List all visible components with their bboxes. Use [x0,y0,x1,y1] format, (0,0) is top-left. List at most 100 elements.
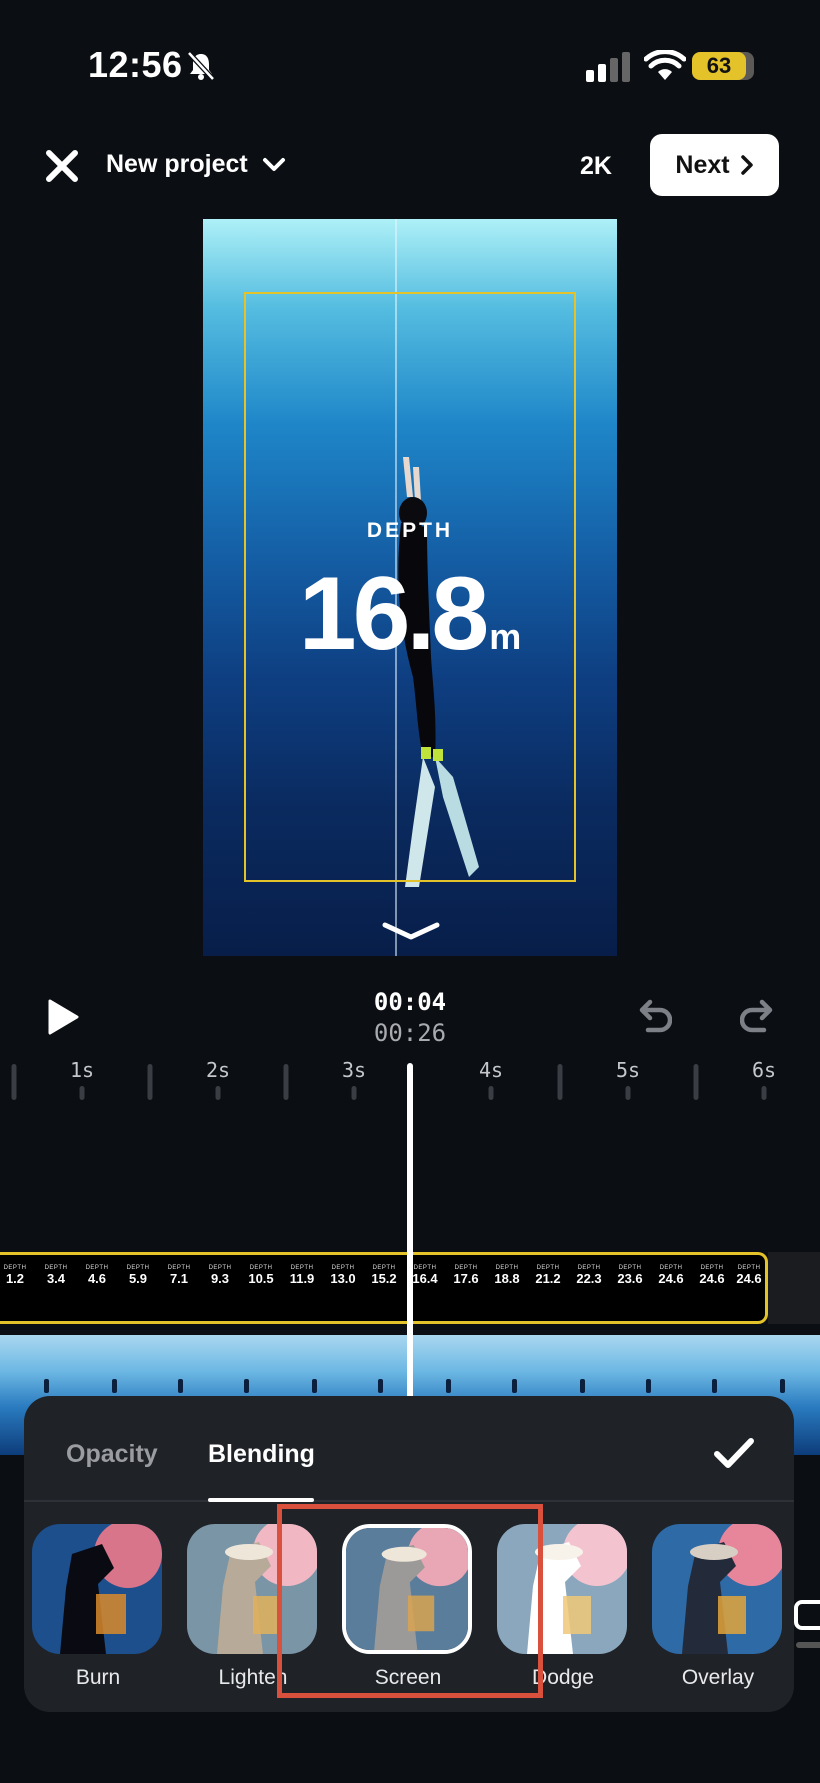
chevron-down-icon [262,157,285,171]
overlay-frame: DEPTH 7.1 [159,1265,199,1286]
overlay-frame-value: 10.5 [248,1271,274,1286]
overlay-frame: DEPTH 17.6 [446,1265,486,1286]
overlay-frame-value: 5.9 [128,1271,148,1286]
overlay-frame-value: 21.2 [535,1271,561,1286]
overlay-frame-value: 11.9 [289,1271,315,1286]
tab-opacity[interactable]: Opacity [66,1440,158,1469]
overlay-frame-value: 24.6 [699,1271,725,1286]
ruler-label: 4s [478,1058,504,1082]
project-title: New project [106,150,248,178]
overlay-frame: DEPTH 24.6 [692,1265,732,1286]
depth-readout: 16.8 m [203,555,617,674]
video-frame-marker [178,1379,183,1393]
blend-label: Overlay [681,1666,755,1689]
overlay-frame: DEPTH 23.6 [610,1265,650,1286]
overlay-frame: DEPTH 9.3 [200,1265,240,1286]
overlay-frame: DEPTH 4.6 [77,1265,117,1286]
depth-value: 16.8 [298,556,489,672]
next-button[interactable]: Next [650,134,779,196]
video-frame-marker [580,1379,585,1393]
overlay-frame-value: 22.3 [576,1271,602,1286]
current-time: 00:04 [373,988,447,1016]
overlay-frame-value: 18.8 [494,1271,520,1286]
status-time: 12:56 [88,44,183,85]
video-frame-marker [44,1379,49,1393]
overlay-track-empty [768,1252,820,1324]
ruler-label: 6s [751,1058,777,1082]
video-frame-marker [512,1379,517,1393]
ruler-tick [11,1064,17,1100]
overlay-frame-value: 24.6 [658,1271,684,1286]
overlay-frame-value: 13.0 [330,1271,356,1286]
ruler-tick [761,1086,767,1100]
overlay-frame-value: 7.1 [169,1271,189,1286]
video-frame-marker [112,1379,117,1393]
video-frame-marker [378,1379,383,1393]
blend-option-burn[interactable]: Burn [32,1524,164,1690]
blend-thumbnail [652,1524,782,1654]
overlay-frame-value: 23.6 [617,1271,643,1286]
video-frame-marker [312,1379,317,1393]
ruler-tick [693,1064,699,1100]
side-tool-icon[interactable] [792,1594,820,1664]
ruler-tick [79,1086,85,1100]
blend-thumbnail [32,1524,162,1654]
project-selector[interactable]: New project [106,150,286,179]
ruler-label: 3s [341,1058,367,1082]
tab-blending[interactable]: Blending [208,1440,315,1469]
blend-option-overlay[interactable]: Overlay [652,1524,784,1690]
active-tab-indicator [208,1498,314,1502]
overlay-frame-value: 3.4 [46,1271,66,1286]
collapse-chevron-icon[interactable] [381,919,441,943]
ruler-tick [557,1064,563,1100]
depth-unit: m [489,616,522,657]
resolution-button[interactable]: 2K [580,152,612,181]
ruler-label: 1s [69,1058,95,1082]
next-label: Next [675,150,730,179]
overlay-frame-value: 9.3 [210,1271,230,1286]
overlay-frame: DEPTH 22.3 [569,1265,609,1286]
overlay-frame: DEPTH 24.6 [651,1265,691,1286]
video-frame-marker [712,1379,717,1393]
video-frame-marker [780,1379,785,1393]
blend-label: Burn [75,1666,121,1689]
ruler-tick [147,1064,153,1100]
overlay-frame: DEPTH 5.9 [118,1265,158,1286]
checkmark-icon[interactable] [712,1436,756,1472]
ruler-tick [488,1086,494,1100]
overlay-frame: DEPTH 10.5 [241,1265,281,1286]
undo-icon[interactable] [632,998,672,1036]
overlay-frame-value: 17.6 [453,1271,479,1286]
overlay-frame: DEPTH 21.2 [528,1265,568,1286]
chevron-right-icon [740,155,753,175]
wifi-icon [644,50,686,80]
overlay-frame: DEPTH 1.2 [0,1265,35,1286]
cellular-signal-icon [586,52,630,82]
bell-muted-icon [187,51,215,81]
overlay-frame-value: 4.6 [87,1271,107,1286]
overlay-frame-value: 24.6 [736,1271,762,1286]
selection-highlight [277,1504,543,1698]
total-time: 00:26 [373,1019,447,1047]
overlay-frame-value: 15.2 [371,1271,397,1286]
close-icon[interactable] [44,148,80,184]
redo-icon[interactable] [740,998,780,1036]
playhead[interactable] [407,1063,413,1403]
ruler-label: 2s [205,1058,231,1082]
ruler-tick [351,1086,357,1100]
overlay-clip-track[interactable]: DEPTH 1.2 DEPTH 3.4 DEPTH 4.6 DEPTH 5.9 DEPT… [0,1252,768,1324]
ruler-tick [625,1086,631,1100]
video-frame-marker [646,1379,651,1393]
ruler-tick [283,1064,289,1100]
battery-level: 63 [706,53,732,78]
overlay-frame: DEPTH 24.6 [729,1265,765,1286]
tabs-divider [24,1500,794,1502]
ruler-label: 5s [615,1058,641,1082]
battery-indicator: 63 [692,52,754,80]
video-frame-marker [244,1379,249,1393]
overlay-frame: DEPTH 11.9 [282,1265,322,1286]
video-frame-marker [446,1379,451,1393]
overlay-frame: DEPTH 13.0 [323,1265,363,1286]
video-preview[interactable]: DEPTH 16.8 m [203,219,617,956]
overlay-frame: DEPTH 18.8 [487,1265,527,1286]
